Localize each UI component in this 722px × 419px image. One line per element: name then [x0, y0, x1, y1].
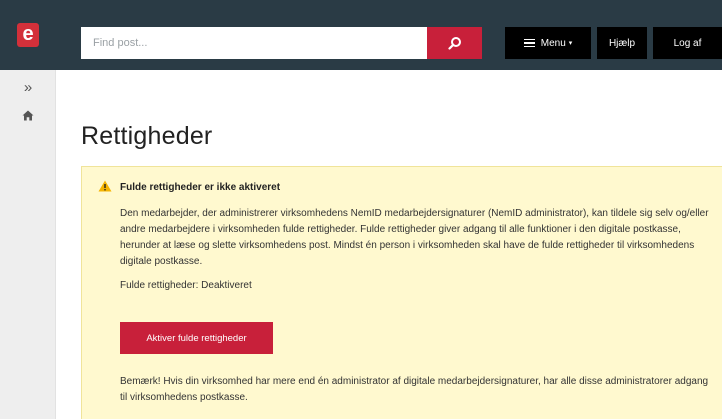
activate-full-rights-button[interactable]: Aktiver fulde rettigheder	[120, 322, 273, 354]
warning-icon	[98, 180, 112, 192]
hamburger-icon	[523, 37, 535, 50]
alert-title: Fulde rettigheder er ikke aktiveret	[120, 182, 281, 193]
top-bar: e Menu ▾ Hjælp Log af	[0, 0, 722, 70]
search-bar	[81, 27, 482, 59]
search-input[interactable]	[81, 27, 427, 59]
warning-alert: Fulde rettigheder er ikke aktiveret Den …	[81, 166, 722, 419]
page-title: Rettigheder	[81, 122, 213, 150]
alert-description: Den medarbejder, der administrerer virks…	[120, 208, 709, 267]
sidebar: »	[0, 70, 56, 419]
home-icon[interactable]	[0, 108, 56, 126]
logo-mark: e	[17, 23, 39, 47]
expand-sidebar-icon[interactable]: »	[0, 80, 56, 96]
logo[interactable]: e	[0, 0, 56, 70]
logout-button[interactable]: Log af	[653, 27, 722, 59]
chevron-down-icon: ▾	[568, 40, 573, 47]
help-button[interactable]: Hjælp	[597, 27, 647, 59]
alert-note: Bemærk! Hvis din virksomhed har mere end…	[120, 376, 709, 403]
rights-status: Fulde rettigheder: Deaktiveret	[120, 280, 252, 291]
search-icon	[447, 37, 461, 50]
menu-button[interactable]: Menu ▾	[505, 27, 591, 59]
menu-label: Menu	[540, 37, 566, 49]
search-button[interactable]	[427, 27, 482, 59]
